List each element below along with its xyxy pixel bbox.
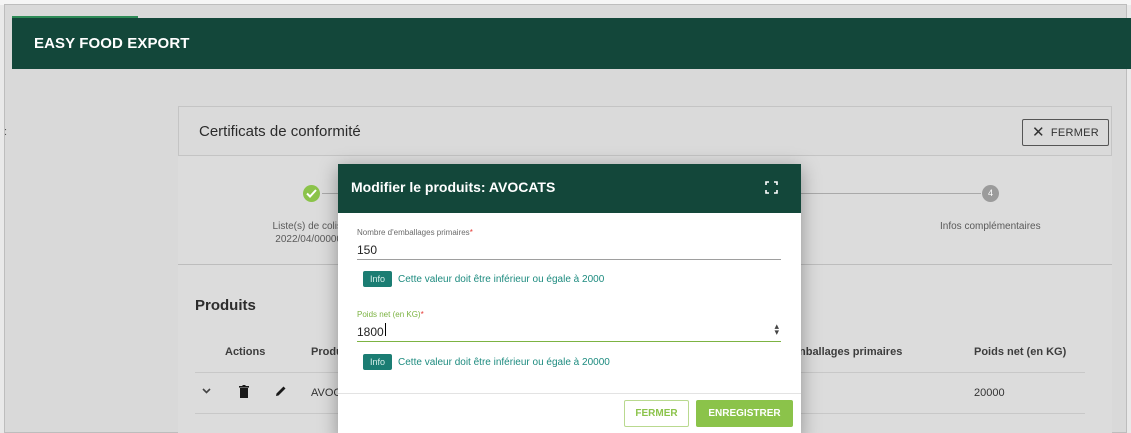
primary-packaging-input[interactable] (357, 240, 781, 260)
text-caret (385, 323, 386, 336)
info-badge: Info (363, 271, 393, 287)
dialog-footer-divider (338, 393, 801, 394)
spin-arrows-icon[interactable]: ▴ ▾ (774, 322, 779, 337)
chevron-down-icon[interactable] (201, 384, 212, 399)
info-text: Cette valeur doit être inférieur ou égal… (398, 273, 605, 285)
edit-product-dialog: Modifier le produits: AVOCATS Nombre d'e… (338, 164, 801, 433)
pencil-icon[interactable] (275, 385, 287, 400)
dialog-title: Modifier le produits: AVOCATS (351, 179, 556, 195)
step-label: Liste(s) de colis 2022/04/00000 (256, 220, 342, 246)
sidebar-edge-glyph: : (4, 126, 8, 138)
field-label: Poids net (en KG)* (357, 310, 781, 319)
field-label-text: Nombre d'emballages primaires (357, 228, 470, 237)
column-header: nballages primaires (799, 346, 903, 358)
primary-packaging-field: Nombre d'emballages primaires* (357, 228, 781, 260)
required-mark: * (420, 310, 424, 319)
cancel-button[interactable]: FERMER (624, 400, 689, 427)
column-header: Actions (225, 346, 266, 358)
step-label-line: Liste(s) de colis (272, 221, 342, 232)
info-badge: Info (363, 354, 393, 370)
column-header: Poids net (en KG) (974, 346, 1067, 358)
net-weight-field: Poids net (en KG)* ▴▾ (357, 310, 781, 342)
step-done-indicator (303, 185, 320, 202)
save-button[interactable]: ENREGISTRER (696, 400, 793, 427)
app-bar: EASY FOOD EXPORT (12, 18, 1131, 69)
step-label-line: 2022/04/00000 (275, 234, 342, 245)
net-weight-input[interactable] (357, 322, 781, 342)
info-row: Info Cette valeur doit être inférieur ou… (363, 354, 610, 370)
info-row: Info Cette valeur doit être inférieur ou… (363, 271, 604, 287)
dialog-header: Modifier le produits: AVOCATS (338, 164, 801, 213)
close-button-label: FERMER (1050, 126, 1100, 139)
page-title: Certificats de conformité (199, 123, 361, 140)
trash-icon[interactable] (239, 385, 249, 401)
product-name-cell: AVOC (311, 387, 342, 399)
close-icon: ✕ (1031, 124, 1045, 141)
step-label: Infos complémentaires (940, 221, 1041, 232)
field-label-text: Poids net (en KG) (357, 310, 421, 319)
check-icon (306, 189, 317, 198)
field-label: Nombre d'emballages primaires* (357, 228, 781, 237)
required-mark: * (469, 228, 473, 237)
app-title: EASY FOOD EXPORT (34, 35, 190, 52)
close-button[interactable]: ✕ FERMER (1022, 119, 1109, 146)
step-connector (801, 193, 981, 194)
products-title: Produits (195, 297, 256, 314)
step-connector (322, 193, 338, 194)
card-header: Certificats de conformité ✕ FERMER (178, 106, 1112, 156)
step-number-indicator: 4 (982, 185, 999, 202)
weight-cell: 20000 (974, 387, 1005, 399)
info-text: Cette valeur doit être inférieur ou égal… (398, 356, 610, 368)
expand-icon[interactable] (765, 181, 778, 194)
